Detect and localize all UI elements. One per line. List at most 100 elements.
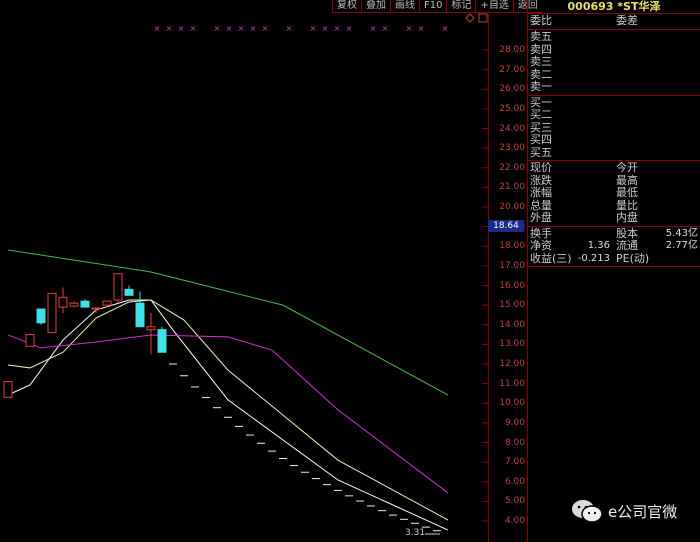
event-marker: × [334, 24, 341, 33]
event-marker: × [190, 24, 197, 33]
eps-label: 收益(三) [530, 251, 572, 265]
quote-label: 外盘 [530, 211, 552, 224]
event-marker: × [154, 24, 161, 33]
wechat-icon [572, 500, 603, 523]
weibi-row: 委比 委差 [528, 14, 700, 30]
current-price-label: 18.64 [488, 220, 524, 232]
quote-label: 内盘 [616, 211, 638, 224]
diamond-icon [465, 13, 475, 23]
candle-body [124, 288, 134, 296]
candle-body [113, 273, 123, 301]
fundamentals-section: 换手 股本 5.43亿 净资 1.36 流通 2.77亿 收益(三) -0.213 PE(动) [528, 227, 700, 267]
kline-chart[interactable]: × × × × × × × × × × × × × × × × × × × [0, 0, 488, 542]
axis-tick-label: 8.00 [504, 437, 525, 448]
event-marker: × [178, 24, 185, 33]
axis-tick-label: 16.00 [499, 280, 525, 291]
axis-tick-label: 14.00 [499, 319, 525, 330]
axis-tick-label: 21.00 [499, 182, 525, 193]
event-marker: × [322, 24, 329, 33]
candle-body [69, 302, 79, 307]
float-label: 流通 [616, 239, 638, 252]
ma-line [7, 299, 449, 531]
overlay-button[interactable]: 叠加 [361, 0, 390, 12]
event-marker: × [166, 24, 173, 33]
sell-3: 卖三 [530, 55, 552, 68]
candle-body [3, 381, 13, 398]
sell-1: 卖一 [530, 80, 552, 93]
event-marker: × [310, 24, 317, 33]
share-capital-value: 5.43亿 [665, 227, 698, 239]
mark-button[interactable]: 标记 [446, 0, 475, 12]
axis-tick-label: 24.00 [499, 123, 525, 134]
event-marker: × [406, 24, 413, 33]
event-marker: × [226, 24, 233, 33]
candle-body [47, 292, 57, 334]
draw-line-button[interactable]: 画线 [390, 0, 419, 12]
event-marker: × [442, 24, 449, 33]
buy-2: 买二 [530, 108, 552, 121]
event-marker: × [418, 24, 425, 33]
f10-button[interactable]: F10 [419, 0, 446, 12]
net-assets-value: 1.36 [587, 240, 610, 251]
event-marker: × [214, 24, 221, 33]
axis-tick-label: 10.00 [499, 398, 525, 409]
axis-tick-label: 25.00 [499, 103, 525, 114]
axis-tick-label: 28.00 [499, 45, 525, 55]
float-value: 2.77亿 [665, 240, 698, 251]
axis-tick-label: 23.00 [499, 143, 525, 154]
candle-body [157, 329, 167, 353]
event-marker: × [382, 24, 389, 33]
restore-rights-button[interactable]: 复权 [332, 0, 361, 12]
axis-tick-label: 26.00 [499, 84, 525, 95]
quote-label: 涨幅 [530, 186, 552, 199]
event-marker: × [286, 24, 293, 33]
candle-body [135, 302, 145, 328]
axis-tick-label: 22.00 [499, 162, 525, 173]
ma-line [7, 249, 449, 396]
axis-tick-label: 5.00 [504, 496, 525, 507]
candle-body [58, 296, 68, 308]
axis-tick-label: 6.00 [504, 476, 525, 487]
quote-label: 最低 [616, 186, 638, 199]
ma-line [7, 299, 449, 521]
watermark-text: e公司官微 [608, 502, 678, 521]
event-marker: × [262, 24, 269, 33]
axis-tick-label: 9.00 [504, 417, 525, 428]
event-marker: × [250, 24, 257, 33]
square-icon [478, 13, 488, 23]
candle-body [80, 300, 90, 308]
candle-body [36, 308, 46, 324]
axis-tick-label: 20.00 [499, 202, 525, 212]
event-marker: × [238, 24, 245, 33]
weicha-label: 委差 [616, 14, 638, 27]
low-price-label: 3.31 [405, 528, 426, 538]
candle-body [25, 334, 35, 347]
quote-label: 现价 [530, 161, 552, 174]
candle-body [102, 300, 112, 306]
buy-5: 买五 [530, 145, 552, 159]
axis-tick-label: 4.00 [504, 516, 525, 526]
axis-tick-label: 15.00 [499, 300, 525, 311]
candle-body [146, 326, 156, 331]
axis-tick-label: 17.00 [499, 260, 525, 271]
toolbar: 复权 叠加 画线 F10 标记 +自选 返回 [332, 0, 542, 13]
add-watchlist-button[interactable]: +自选 [475, 0, 512, 12]
net-assets-label: 净资 [530, 239, 552, 252]
weibi-label: 委比 [530, 14, 552, 27]
pe-label: PE(动) [616, 251, 650, 265]
axis-tick-label: 11.00 [499, 378, 525, 389]
axis-tick-label: 18.00 [499, 241, 525, 252]
event-marker: × [346, 24, 353, 33]
event-marker: × [370, 24, 377, 33]
sell-5: 卖五 [530, 30, 552, 43]
axis-tick-label: 7.00 [504, 457, 525, 468]
quote-label: 今开 [616, 161, 638, 174]
buy-orders: 买一 买二 买三 买四 买五 [528, 96, 700, 161]
axis-divider [488, 14, 489, 542]
watermark: e公司官微 [570, 498, 677, 524]
axis-tick-label: 27.00 [499, 64, 525, 75]
buy-4: 买四 [530, 133, 552, 146]
stock-title: 000693 *ST华泽 [528, 0, 700, 14]
eps-value: -0.213 [577, 252, 610, 264]
axis-tick-label: 12.00 [499, 359, 525, 369]
